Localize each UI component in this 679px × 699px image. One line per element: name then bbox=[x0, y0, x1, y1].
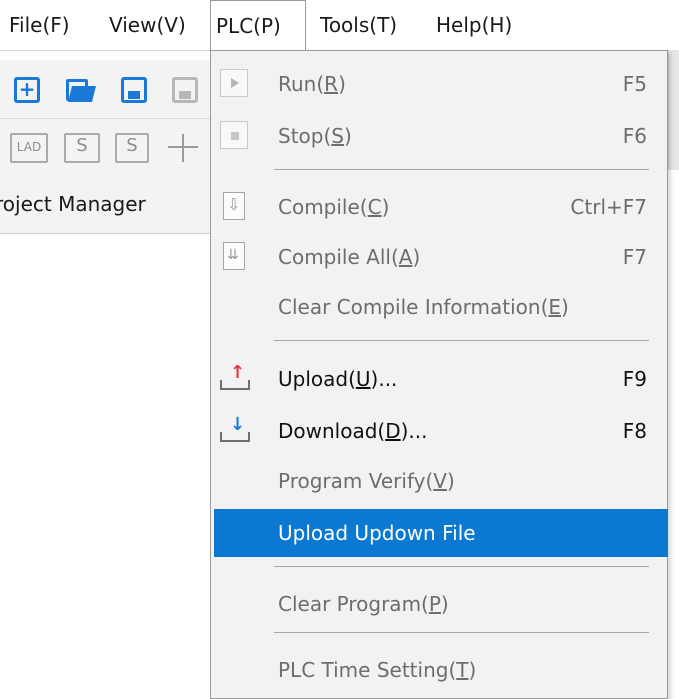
stop-icon bbox=[220, 121, 248, 149]
menu-plc[interactable]: PLC(P) bbox=[210, 0, 306, 51]
shortcut-compile-all: F7 bbox=[622, 245, 647, 269]
menu-separator bbox=[274, 566, 649, 567]
menu-item-run[interactable]: Run(R) F5 bbox=[211, 61, 667, 107]
menu-item-compile[interactable]: Compile(C) Ctrl+F7 bbox=[211, 184, 667, 230]
open-folder-icon[interactable] bbox=[66, 77, 96, 103]
background-toolbar-edge bbox=[668, 50, 679, 170]
s-box-icon[interactable]: S bbox=[64, 133, 100, 163]
menu-file[interactable]: File(F) bbox=[4, 0, 75, 50]
menu-item-compile-all[interactable]: Compile All(A) F7 bbox=[211, 234, 667, 280]
menu-item-upload-updown-file[interactable]: Upload Updown File bbox=[214, 509, 668, 557]
menu-item-stop[interactable]: Stop(S) F6 bbox=[211, 113, 667, 159]
new-file-icon[interactable]: + bbox=[14, 77, 40, 103]
project-manager-header: roject Manager bbox=[0, 175, 210, 234]
menu-item-clear-compile-info[interactable]: Clear Compile Information(E) bbox=[211, 284, 667, 330]
menu-separator bbox=[274, 340, 649, 341]
toolbar-row-2: LAD S S bbox=[0, 119, 210, 176]
menu-item-clear-program[interactable]: Clear Program(P) bbox=[211, 581, 667, 627]
lad-icon[interactable]: LAD bbox=[10, 133, 48, 163]
connector-icon[interactable] bbox=[168, 134, 198, 162]
toolbar-row-1: + bbox=[0, 60, 210, 119]
compile-all-icon bbox=[223, 241, 245, 270]
menu-tools[interactable]: Tools(T) bbox=[315, 0, 402, 50]
menu-item-upload[interactable]: ↑ Upload(U)... F9 bbox=[211, 356, 667, 402]
run-icon bbox=[220, 69, 248, 97]
menu-separator bbox=[274, 169, 649, 170]
menu-view[interactable]: View(V) bbox=[104, 0, 191, 50]
project-tree-pane bbox=[0, 234, 210, 699]
menu-item-download[interactable]: ↓ Download(D)... F8 bbox=[211, 408, 667, 454]
compile-icon bbox=[223, 191, 245, 220]
menu-separator bbox=[274, 632, 649, 633]
shortcut-stop: F6 bbox=[622, 124, 647, 148]
menu-item-program-verify[interactable]: Program Verify(V) bbox=[211, 458, 667, 504]
project-manager-title: roject Manager bbox=[0, 192, 146, 216]
save-icon[interactable] bbox=[121, 77, 147, 103]
menu-item-plc-time-setting[interactable]: PLC Time Setting(T) bbox=[211, 647, 667, 693]
download-icon: ↓ bbox=[219, 416, 251, 444]
upload-icon: ↑ bbox=[219, 364, 251, 392]
s-box-icon-2[interactable]: S bbox=[115, 133, 149, 163]
plc-menu-dropdown: Run(R) F5 Stop(S) F6 Compile(C) Ctrl+F7 … bbox=[210, 50, 668, 699]
save-all-icon[interactable] bbox=[172, 77, 198, 103]
menu-help[interactable]: Help(H) bbox=[431, 0, 517, 50]
shortcut-download: F8 bbox=[622, 419, 647, 443]
shortcut-compile: Ctrl+F7 bbox=[570, 195, 647, 219]
shortcut-upload: F9 bbox=[622, 367, 647, 391]
menu-bar: File(F) View(V) PLC(P) Tools(T) Help(H) bbox=[0, 0, 679, 51]
shortcut-run: F5 bbox=[622, 72, 647, 96]
